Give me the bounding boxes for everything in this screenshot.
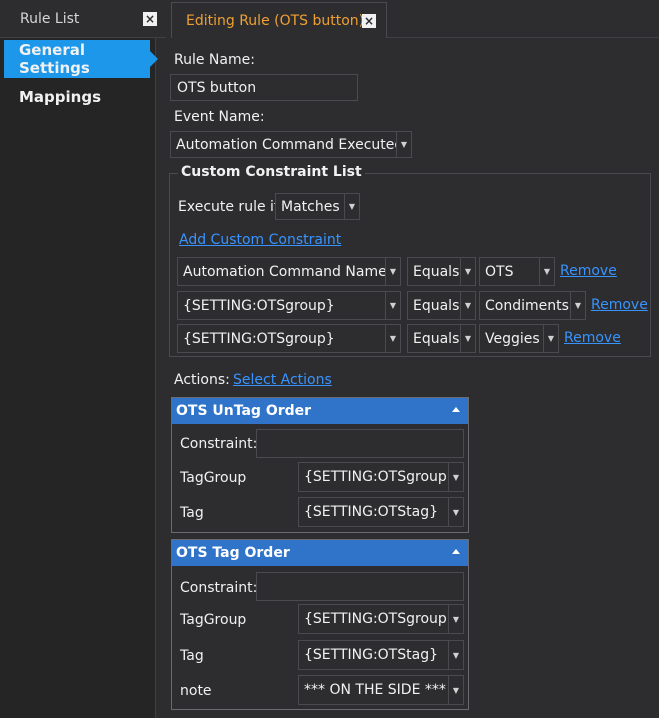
chevron-down-icon[interactable]: ▼ xyxy=(539,258,554,285)
chevron-down-icon[interactable]: ▼ xyxy=(344,194,359,219)
param-tag-select[interactable]: {SETTING:OTStag} ▼ xyxy=(298,497,464,527)
constraint-field-value: Automation Command Name xyxy=(183,263,385,280)
chevron-down-icon[interactable]: ▼ xyxy=(385,258,400,285)
action-constraint-label: Constraint: xyxy=(180,436,258,452)
tab-rule-list[interactable]: Rule List × xyxy=(0,0,166,38)
chevron-down-icon[interactable]: ▼ xyxy=(385,292,400,319)
nav-item-label: Mappings xyxy=(19,88,102,106)
chevron-down-icon[interactable]: ▼ xyxy=(448,498,463,526)
chevron-down-icon[interactable]: ▼ xyxy=(448,641,463,669)
execute-rule-select[interactable]: Matches ▼ xyxy=(275,193,360,220)
constraint-field-select[interactable]: {SETTING:OTSgroup} ▼ xyxy=(177,291,401,320)
constraint-value-value: Veggies xyxy=(485,330,540,347)
param-label: TagGroup xyxy=(180,470,247,486)
action-header[interactable]: OTS Tag Order xyxy=(172,540,468,566)
rule-name-label: Rule Name: xyxy=(174,52,255,68)
action-constraint-input[interactable] xyxy=(256,572,464,601)
execute-rule-value: Matches xyxy=(281,198,340,215)
collapse-icon[interactable] xyxy=(452,407,460,412)
nav-item-label: General Settings xyxy=(19,41,90,77)
constraint-value-value: Condiments xyxy=(485,297,569,314)
constraint-field-select[interactable]: Automation Command Name ▼ xyxy=(177,257,401,286)
action-title: OTS UnTag Order xyxy=(176,403,312,419)
nav-item-general-settings[interactable]: General Settings xyxy=(4,40,158,78)
constraint-operator-value: Equals xyxy=(413,330,460,347)
param-label: Tag xyxy=(180,505,204,521)
chevron-down-icon[interactable]: ▼ xyxy=(570,292,585,319)
param-taggroup-select[interactable]: {SETTING:OTSgroup} ▼ xyxy=(298,462,464,492)
tabstrip-divider xyxy=(387,37,659,38)
chevron-down-icon[interactable]: ▼ xyxy=(448,463,463,491)
action-constraint-label: Constraint: xyxy=(180,580,258,596)
constraint-field-select[interactable]: {SETTING:OTSgroup} ▼ xyxy=(177,324,401,353)
constraint-value-select[interactable]: Veggies ▼ xyxy=(479,324,559,353)
param-value: {SETTING:OTSgroup} xyxy=(304,611,448,627)
param-label: note xyxy=(180,683,212,699)
tab-rule-list-label: Rule List xyxy=(20,10,80,27)
param-tag-select[interactable]: {SETTING:OTStag} ▼ xyxy=(298,640,464,670)
chevron-down-icon[interactable]: ▼ xyxy=(543,325,558,352)
select-actions-link[interactable]: Select Actions xyxy=(233,372,332,388)
collapse-icon[interactable] xyxy=(452,549,460,554)
custom-constraint-title: Custom Constraint List xyxy=(178,164,365,180)
param-note-select[interactable]: *** ON THE SIDE *** ▼ xyxy=(298,675,464,705)
chevron-down-icon[interactable]: ▼ xyxy=(460,325,475,352)
param-value: {SETTING:OTStag} xyxy=(304,504,438,520)
chevron-down-icon[interactable]: ▼ xyxy=(448,676,463,704)
constraint-value-select[interactable]: Condiments ▼ xyxy=(479,291,586,320)
constraint-operator-select[interactable]: Equals ▼ xyxy=(407,257,476,286)
event-name-select[interactable]: Automation Command Executed ▼ xyxy=(170,131,412,158)
chevron-down-icon[interactable]: ▼ xyxy=(385,325,400,352)
action-constraint-input[interactable] xyxy=(256,429,464,458)
param-taggroup-select[interactable]: {SETTING:OTSgroup} ▼ xyxy=(298,604,464,634)
tab-editing-rule[interactable]: Editing Rule (OTS button) × xyxy=(171,2,387,38)
close-icon[interactable]: × xyxy=(143,11,157,26)
constraint-operator-select[interactable]: Equals ▼ xyxy=(407,324,476,353)
settings-nav: General Settings Mappings xyxy=(0,38,158,718)
constraint-operator-value: Equals xyxy=(413,297,460,314)
remove-constraint-link[interactable]: Remove xyxy=(560,263,617,279)
chevron-down-icon[interactable]: ▼ xyxy=(396,132,411,157)
chevron-down-icon[interactable]: ▼ xyxy=(460,292,475,319)
param-value: {SETTING:OTSgroup} xyxy=(304,469,448,485)
constraint-field-value: {SETTING:OTSgroup} xyxy=(183,330,335,347)
constraint-value-select[interactable]: OTS ▼ xyxy=(479,257,555,286)
add-custom-constraint-link[interactable]: Add Custom Constraint xyxy=(179,232,341,248)
actions-label: Actions: xyxy=(174,372,230,388)
action-title: OTS Tag Order xyxy=(176,545,290,561)
close-icon[interactable]: × xyxy=(362,13,376,28)
nav-item-mappings[interactable]: Mappings xyxy=(4,78,150,116)
param-value: {SETTING:OTStag} xyxy=(304,647,438,663)
constraint-operator-select[interactable]: Equals ▼ xyxy=(407,291,476,320)
event-name-value: Automation Command Executed xyxy=(176,136,396,153)
param-label: TagGroup xyxy=(180,612,247,628)
constraint-value-value: OTS xyxy=(485,263,514,280)
param-value: *** ON THE SIDE *** xyxy=(304,682,446,698)
event-name-label: Event Name: xyxy=(174,109,265,125)
action-header[interactable]: OTS UnTag Order xyxy=(172,398,468,424)
param-label: Tag xyxy=(180,648,204,664)
constraint-field-value: {SETTING:OTSgroup} xyxy=(183,297,335,314)
chevron-down-icon[interactable]: ▼ xyxy=(448,605,463,633)
tab-editing-rule-label: Editing Rule (OTS button) xyxy=(186,12,365,29)
execute-rule-label: Execute rule if xyxy=(178,199,279,215)
constraint-operator-value: Equals xyxy=(413,263,460,280)
chevron-down-icon[interactable]: ▼ xyxy=(460,258,475,285)
remove-constraint-link[interactable]: Remove xyxy=(591,297,648,313)
rule-name-input[interactable]: OTS button xyxy=(170,74,358,101)
remove-constraint-link[interactable]: Remove xyxy=(564,330,621,346)
